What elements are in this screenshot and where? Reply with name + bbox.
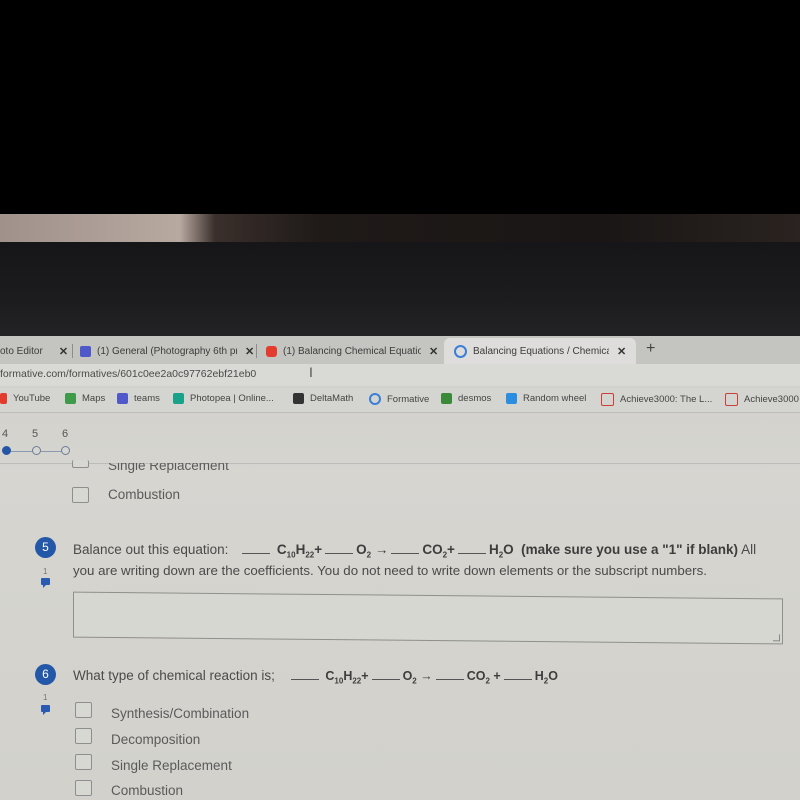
option-label: Combustion <box>111 783 184 798</box>
youtube-icon <box>266 345 277 357</box>
bookmark-label: teams <box>134 393 160 404</box>
teams-icon <box>80 345 91 357</box>
question-prompt: Balance out this equation: C10H22+ O2 → CO… <box>73 542 756 560</box>
browser-window: oto Editor ✕ (1) General (Photography 6t… <box>0 336 800 800</box>
tab-general-teams[interactable]: (1) General (Photography 6th pr ✕ <box>80 338 254 364</box>
option-label: Single Replacement <box>108 458 229 473</box>
new-tab-button[interactable]: + <box>646 340 655 358</box>
step-number[interactable]: 4 <box>2 428 8 440</box>
prompt-text: Balance out this equation: <box>73 542 229 557</box>
bookmark-achieve3000-l[interactable]: Achieve3000: The L... <box>601 393 712 406</box>
chemical-equation: C10H22+ O2 → CO2 + H2O <box>325 669 558 686</box>
coefficient-blank <box>242 553 271 554</box>
step-number[interactable]: 6 <box>62 428 68 440</box>
tab-title: Balancing Equations / Chemical F <box>473 345 609 357</box>
teams-icon <box>117 393 128 404</box>
question-number-badge: 6 <box>35 664 56 685</box>
bookmark-formative[interactable]: Formative <box>369 393 429 405</box>
desmos-icon <box>441 393 452 404</box>
bookmark-deltamath[interactable]: DeltaMath <box>293 393 353 404</box>
bookmark-label: desmos <box>458 393 492 404</box>
tab-divider <box>256 344 257 358</box>
option-checkbox[interactable] <box>75 754 92 770</box>
bookmark-label: Photopea | Online... <box>190 393 274 404</box>
comment-icon[interactable] <box>41 578 50 588</box>
bookmarks-bar: YouTube Maps teams Photopea | Online... … <box>0 388 800 413</box>
tab-divider <box>72 344 73 358</box>
tab-photo-editor[interactable]: oto Editor ✕ <box>0 338 68 364</box>
bookmark-label: Maps <box>82 393 106 404</box>
resize-handle-icon[interactable] <box>773 634 780 642</box>
tab-strip: oto Editor ✕ (1) General (Photography 6t… <box>0 336 800 364</box>
tab-balancing-formative[interactable]: Balancing Equations / Chemical F ✕ <box>444 338 636 364</box>
tab-title: oto Editor <box>0 345 43 357</box>
bookmark-label: DeltaMath <box>310 393 354 404</box>
question-points: 1 <box>43 567 48 576</box>
bookmark-achieve3000[interactable]: Achieve3000 <box>725 393 799 406</box>
tab-title: (1) General (Photography 6th pr <box>97 345 237 357</box>
close-icon[interactable]: ✕ <box>617 345 626 358</box>
step-dot[interactable] <box>61 446 70 455</box>
address-bar[interactable]: formative.com/formatives/601c0ee2a0c9776… <box>0 364 800 386</box>
tab-title: (1) Balancing Chemical Equation <box>283 345 421 357</box>
question-progress-stepper: 4 5 6 <box>0 424 100 464</box>
background-room <box>0 214 800 242</box>
random-wheel-icon <box>506 393 517 404</box>
coefficient-blank <box>290 679 319 680</box>
bookmark-desmos[interactable]: desmos <box>441 393 491 404</box>
chemical-equation: C10H22+ O2 → CO2+ H2O <box>276 542 514 560</box>
question-number-badge: 5 <box>35 537 56 558</box>
achieve3000-icon <box>601 393 614 406</box>
option-checkbox[interactable] <box>72 460 89 468</box>
question-points: 1 <box>43 693 48 702</box>
achieve3000-icon <box>725 393 738 406</box>
bookmark-teams[interactable]: teams <box>117 393 160 404</box>
tab-balancing-youtube[interactable]: (1) Balancing Chemical Equation ✕ <box>266 338 438 364</box>
bookmark-label: Formative <box>387 393 430 405</box>
dark-background <box>0 0 800 214</box>
photopea-icon <box>173 393 184 404</box>
close-icon[interactable]: ✕ <box>245 345 254 358</box>
instruction-bold: (make sure you use a "1" if blank) <box>521 542 739 557</box>
step-dot-current[interactable] <box>2 446 11 455</box>
option-checkbox[interactable] <box>75 702 92 718</box>
comment-icon[interactable] <box>41 705 50 715</box>
bookmark-maps[interactable]: Maps <box>65 393 105 404</box>
option-checkbox[interactable] <box>75 728 92 744</box>
option-label: Decomposition <box>111 732 201 747</box>
bookmark-random-wheel[interactable]: Random wheel <box>506 393 586 404</box>
formative-icon <box>454 344 467 358</box>
option-label: Single Replacement <box>111 758 232 773</box>
prompt-tail: All <box>741 542 757 557</box>
option-label: Synthesis/Combination <box>111 706 250 721</box>
url-text[interactable]: formative.com/formatives/601c0ee2a0c9776… <box>0 368 256 380</box>
option-label: Combustion <box>108 487 181 502</box>
bookmark-photopea[interactable]: Photopea | Online... <box>173 393 274 404</box>
step-dot[interactable] <box>32 446 41 455</box>
monitor-bezel <box>0 242 800 338</box>
bookmark-label: YouTube <box>13 393 51 404</box>
question-prompt-line2: you are writing down are the coefficient… <box>73 563 707 578</box>
close-icon[interactable]: ✕ <box>59 345 68 358</box>
bookmark-youtube[interactable]: YouTube <box>0 393 50 404</box>
option-checkbox[interactable] <box>72 487 89 503</box>
deltamath-icon <box>293 393 304 404</box>
bookmark-label: Random wheel <box>523 393 587 404</box>
prompt-text: What type of chemical reaction is; <box>73 668 275 683</box>
answer-textarea[interactable] <box>73 591 783 645</box>
question-prompt: What type of chemical reaction is; C10H2… <box>73 668 558 686</box>
step-number[interactable]: 5 <box>32 428 38 440</box>
maps-icon <box>65 393 76 404</box>
youtube-icon <box>0 393 7 404</box>
bookmark-label: Achieve3000: The L... <box>620 394 713 405</box>
option-checkbox[interactable] <box>75 780 92 796</box>
formative-icon <box>369 393 381 405</box>
close-icon[interactable]: ✕ <box>429 345 438 358</box>
bookmark-label: Achieve3000 <box>744 394 799 405</box>
text-cursor-icon: I <box>309 364 313 380</box>
